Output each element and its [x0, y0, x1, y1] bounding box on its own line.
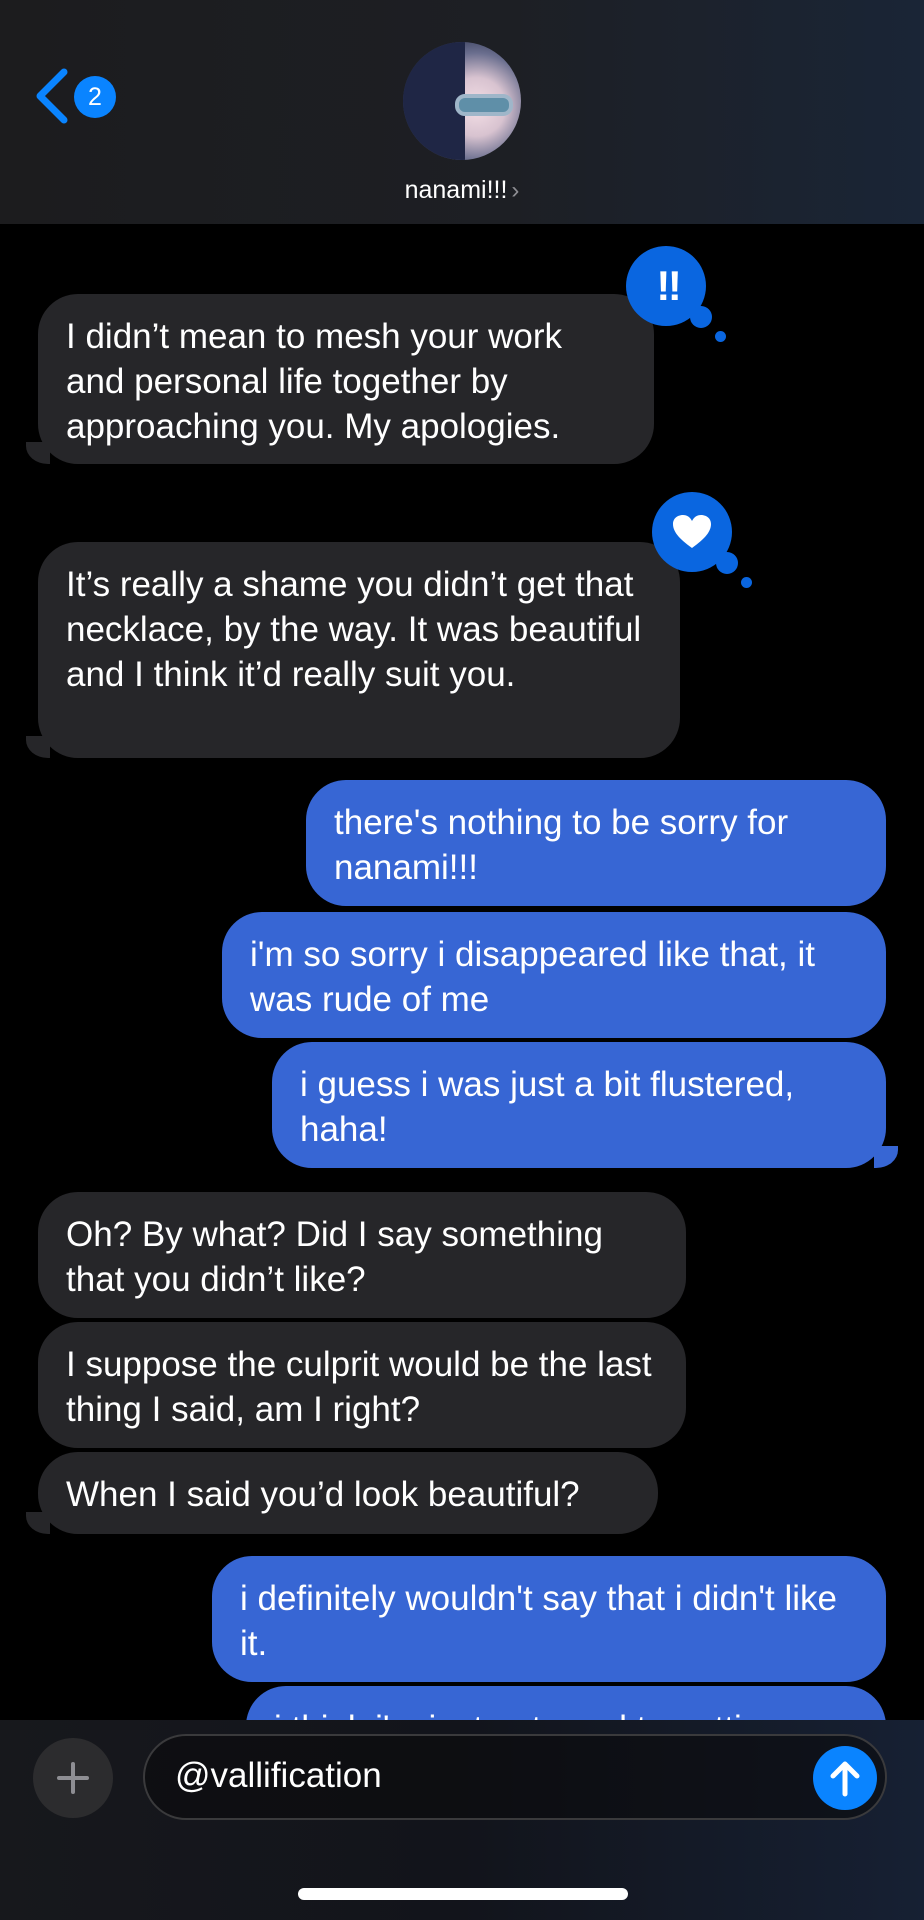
home-indicator[interactable] — [298, 1888, 628, 1900]
message-bubble-outgoing[interactable]: there's nothing to be sorry for nanami!!… — [306, 780, 886, 906]
send-button[interactable] — [813, 1746, 877, 1810]
chevron-left-icon — [36, 68, 68, 124]
exclamation-icon: ‼ — [656, 262, 681, 309]
heart-icon — [673, 515, 711, 548]
message-bubble-incoming[interactable]: When I said you’d look beautiful? — [38, 1452, 658, 1534]
message-text: i think i'm just not used to getting — [274, 1709, 781, 1720]
message-input-text: @vallification — [175, 1756, 382, 1795]
message-bubble-outgoing[interactable]: i'm so sorry i disappeared like that, it… — [222, 912, 886, 1038]
unread-count-badge: 2 — [74, 76, 116, 118]
message-text: Oh? By what? Did I say something that yo… — [66, 1215, 603, 1299]
message-bubble-incoming[interactable]: It’s really a shame you didn’t get that … — [38, 542, 680, 758]
message-text: I didn’t mean to mesh your work and pers… — [66, 317, 563, 446]
tapback-heart[interactable] — [652, 492, 752, 588]
message-text: I suppose the culprit would be the last … — [66, 1345, 652, 1429]
message-bubble-incoming[interactable]: I suppose the culprit would be the last … — [38, 1322, 686, 1448]
message-list[interactable]: I didn’t mean to mesh your work and pers… — [0, 224, 924, 1720]
message-text: When I said you’d look beautiful? — [66, 1475, 580, 1514]
message-bubble-outgoing[interactable]: i guess i was just a bit flustered, haha… — [272, 1042, 886, 1168]
chevron-right-icon: › — [511, 177, 520, 204]
conversation-header: 2 nanami!!! › — [0, 0, 924, 224]
contact-avatar[interactable] — [403, 42, 521, 160]
contact-name-button[interactable]: nanami!!! › — [0, 176, 924, 205]
message-bubble-outgoing[interactable]: i definitely wouldn't say that i didn't … — [212, 1556, 886, 1682]
tapback-emphasis[interactable]: ‼ — [626, 246, 726, 342]
plus-icon — [57, 1762, 89, 1794]
add-attachment-button[interactable] — [33, 1738, 113, 1818]
message-text: i guess i was just a bit flustered, haha… — [300, 1065, 795, 1149]
message-bubble-incoming[interactable]: Oh? By what? Did I say something that yo… — [38, 1192, 686, 1318]
messages-screen: 2 nanami!!! › I didn’t mean to mesh your … — [0, 0, 924, 1920]
message-text: It’s really a shame you didn’t get that … — [66, 565, 642, 694]
message-text: i definitely wouldn't say that i didn't … — [240, 1579, 838, 1663]
message-text: i'm so sorry i disappeared like that, it… — [250, 935, 815, 1019]
arrow-up-icon — [830, 1761, 860, 1797]
message-text: there's nothing to be sorry for nanami!!… — [334, 803, 789, 887]
message-bubble-outgoing[interactable]: i think i'm just not used to getting — [246, 1686, 886, 1720]
message-input[interactable]: @vallification — [143, 1734, 887, 1820]
back-button[interactable]: 2 — [34, 66, 124, 126]
contact-name: nanami!!! — [404, 176, 508, 204]
message-bubble-incoming[interactable]: I didn’t mean to mesh your work and pers… — [38, 294, 654, 464]
